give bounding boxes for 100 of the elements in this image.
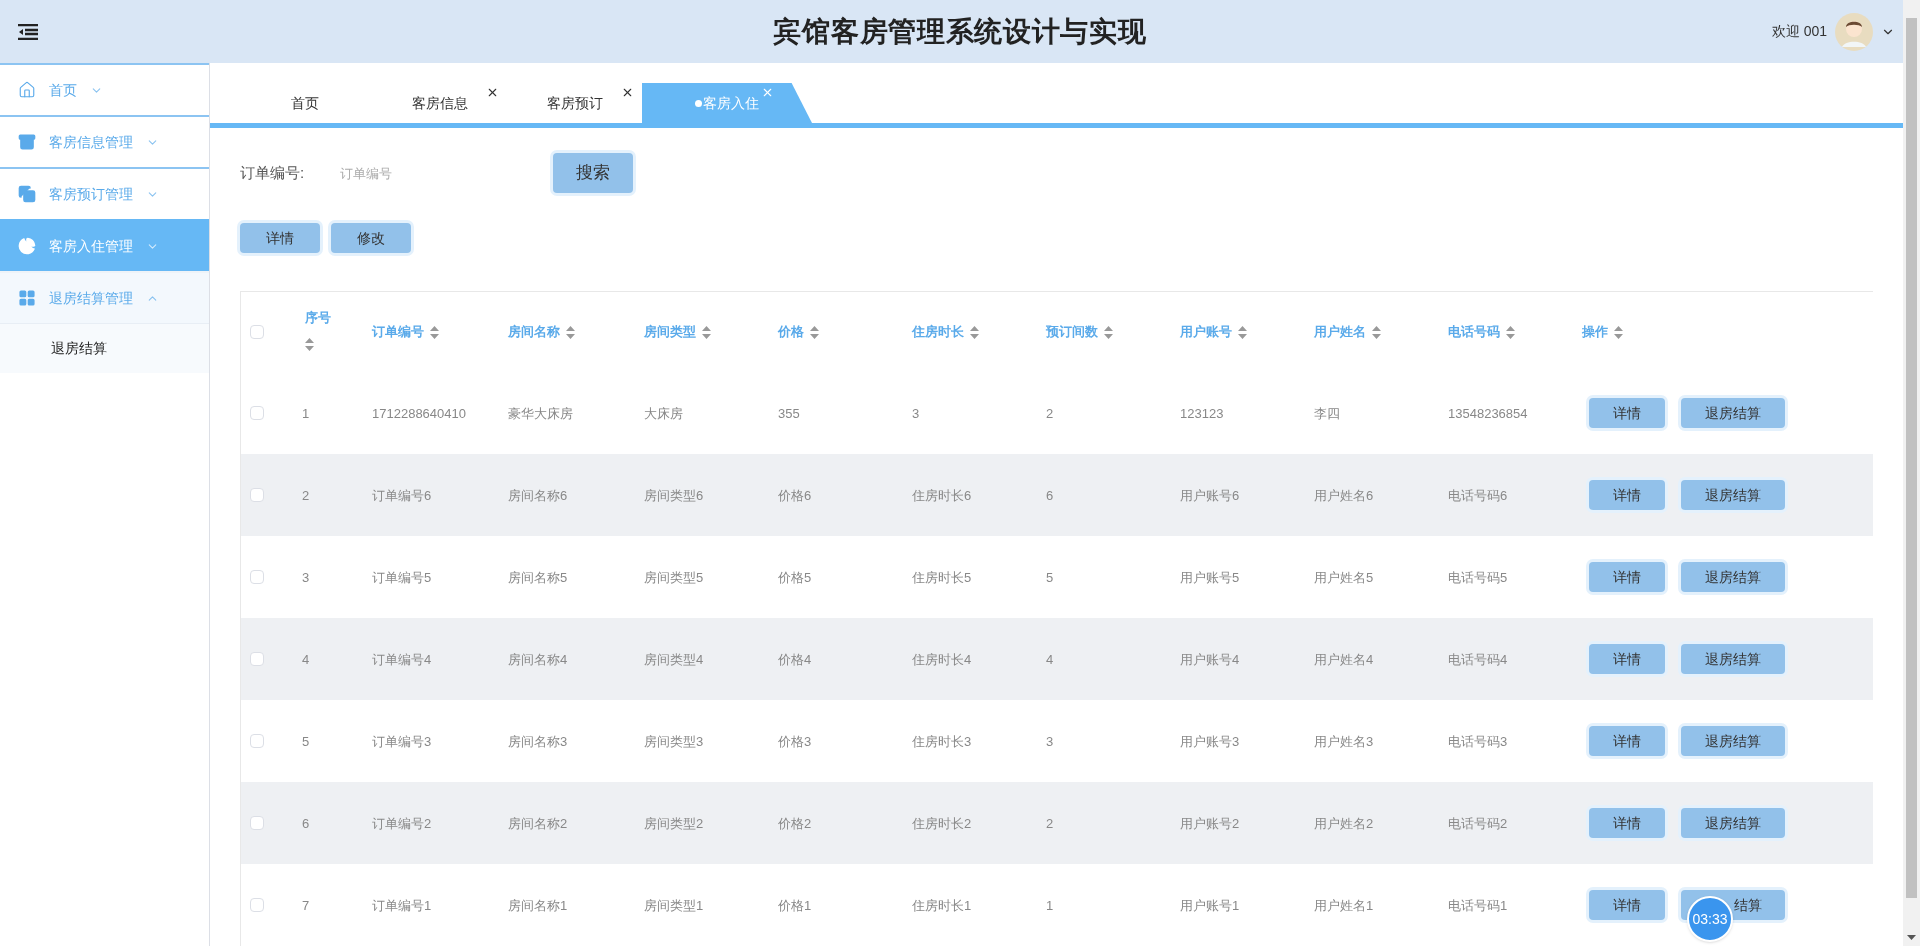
- table-cell: 住房时长6: [912, 488, 972, 503]
- checkbox[interactable]: [250, 816, 264, 830]
- table-cell: 4: [1046, 652, 1054, 667]
- menu-icon[interactable]: [18, 23, 38, 40]
- close-icon[interactable]: [486, 86, 499, 99]
- table-cell: 2: [302, 488, 310, 503]
- search-field[interactable]: 订单编号: [340, 158, 540, 188]
- table-cell: 房间类型5: [644, 570, 704, 585]
- tab[interactable]: 客房预订: [507, 83, 642, 123]
- row-button[interactable]: 详情: [1589, 562, 1665, 592]
- row-button[interactable]: 详情: [1589, 398, 1665, 428]
- row-button[interactable]: 详情: [1589, 726, 1665, 756]
- sort-icon[interactable]: [810, 325, 819, 339]
- table-cell: 订单编号6: [372, 488, 432, 503]
- table-cell: 住房时长3: [912, 734, 972, 749]
- app-title: 宾馆客房管理系统设计与实现: [773, 14, 1147, 49]
- row-button[interactable]: 退房结算: [1681, 398, 1785, 428]
- copy-icon: [18, 185, 36, 203]
- row-button[interactable]: 详情: [1589, 644, 1665, 674]
- table-cell: 用户姓名1: [1314, 898, 1374, 913]
- table-cell: 用户姓名4: [1314, 652, 1374, 667]
- table-cell: 7: [302, 898, 310, 913]
- search-button[interactable]: 搜索: [553, 153, 633, 193]
- table-cell: 1712288640410: [372, 406, 466, 421]
- table-cell: 4: [302, 652, 310, 667]
- table-cell: 1: [1046, 898, 1054, 913]
- row-button[interactable]: 退房结算: [1681, 808, 1785, 838]
- sort-icon[interactable]: [1372, 325, 1381, 339]
- table-cell: 价格4: [778, 652, 812, 667]
- sort-icon[interactable]: [1614, 325, 1623, 339]
- table-cell: 电话号码4: [1448, 652, 1508, 667]
- table-cell: 电话号码3: [1448, 734, 1508, 749]
- row-button[interactable]: 详情: [1589, 890, 1665, 920]
- table-cell: 123123: [1180, 406, 1224, 421]
- row-button[interactable]: 退房结算: [1681, 726, 1785, 756]
- table-cell: 355: [778, 406, 800, 421]
- row-button[interactable]: 详情: [1589, 480, 1665, 510]
- table-cell: 6: [1046, 488, 1054, 503]
- pie-icon: [18, 237, 36, 255]
- table-cell: 房间类型6: [644, 488, 704, 503]
- row-button[interactable]: 详情: [1589, 808, 1665, 838]
- table-cell: 价格5: [778, 570, 812, 585]
- table-cell: 房间名称1: [508, 898, 568, 913]
- toolbar-button[interactable]: 修改: [331, 223, 411, 253]
- table-cell: 电话号码2: [1448, 816, 1508, 831]
- table-cell: 用户账号4: [1180, 652, 1240, 667]
- archive-icon: [18, 133, 36, 151]
- submenu-item[interactable]: 退房结算: [0, 323, 209, 373]
- tab[interactable]: 首页: [237, 83, 372, 123]
- sort-icon[interactable]: [702, 325, 711, 339]
- scrollbar[interactable]: [1903, 0, 1920, 946]
- table-cell: 订单编号1: [372, 898, 432, 913]
- table-cell: 3: [302, 570, 310, 585]
- table-cell: 电话号码1: [1448, 898, 1508, 913]
- field-label: 订单编号:: [240, 162, 306, 183]
- table-cell: 住房时长1: [912, 898, 972, 913]
- table-cell: 用户姓名2: [1314, 816, 1374, 831]
- sort-icon[interactable]: [1104, 325, 1113, 339]
- sort-icon[interactable]: [430, 325, 439, 339]
- table-cell: 房间名称5: [508, 570, 568, 585]
- table-cell: 房间类型3: [644, 734, 704, 749]
- checkbox[interactable]: [250, 734, 264, 748]
- table-cell: 房间名称4: [508, 652, 568, 667]
- table-cell: 用户账号3: [1180, 734, 1240, 749]
- table-cell: 用户账号6: [1180, 488, 1240, 503]
- table-cell: 住房时长5: [912, 570, 972, 585]
- table-cell: 住房时长2: [912, 816, 972, 831]
- table-cell: 用户账号1: [1180, 898, 1240, 913]
- tab[interactable]: 客房信息: [372, 83, 507, 123]
- welcome-text: 欢迎 001: [1771, 22, 1827, 41]
- checkbox[interactable]: [250, 898, 264, 912]
- table-cell: 订单编号2: [372, 816, 432, 831]
- checkbox[interactable]: [250, 488, 264, 502]
- table-cell: 5: [302, 734, 310, 749]
- table-cell: 房间类型4: [644, 652, 704, 667]
- table-cell: 1: [302, 406, 310, 421]
- checkbox[interactable]: [250, 406, 264, 420]
- table-cell: 豪华大床房: [508, 406, 573, 421]
- toolbar-button[interactable]: 详情: [240, 223, 320, 253]
- table-cell: 用户账号2: [1180, 816, 1240, 831]
- row-button[interactable]: 退房结算: [1681, 562, 1785, 592]
- checkbox[interactable]: [250, 325, 264, 339]
- scrollbar-thumb[interactable]: [1906, 18, 1917, 898]
- avatar[interactable]: [1835, 12, 1873, 51]
- sort-icon[interactable]: [970, 325, 979, 339]
- table-cell: 用户账号5: [1180, 570, 1240, 585]
- table-cell: 住房时长4: [912, 652, 972, 667]
- table-cell: 电话号码6: [1448, 488, 1508, 503]
- row-button[interactable]: 退房结算: [1681, 480, 1785, 510]
- checkbox[interactable]: [250, 652, 264, 666]
- sort-icon[interactable]: [305, 338, 314, 351]
- sort-icon[interactable]: [566, 325, 575, 339]
- checkbox[interactable]: [250, 570, 264, 584]
- row-button[interactable]: 退房结算: [1681, 644, 1785, 674]
- table-cell: 李四: [1314, 406, 1340, 421]
- table-cell: 大床房: [644, 406, 683, 421]
- scroll-down-icon[interactable]: [1907, 935, 1916, 940]
- sort-icon[interactable]: [1238, 325, 1247, 339]
- sort-icon[interactable]: [1506, 325, 1515, 339]
- close-icon[interactable]: [621, 86, 634, 99]
